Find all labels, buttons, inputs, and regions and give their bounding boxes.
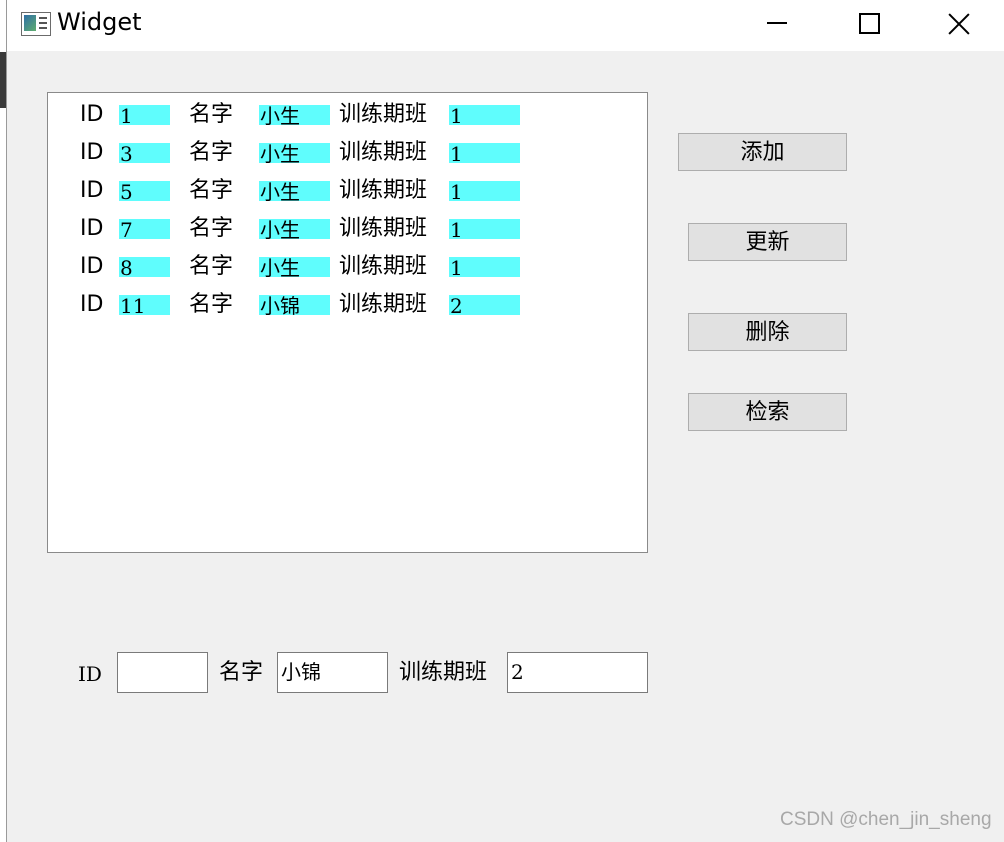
list-item[interactable]: ID 11 名字 小锦 训练期班 2 xyxy=(48,292,647,330)
id-value: 11 xyxy=(119,295,170,317)
class-value: 1 xyxy=(449,105,520,127)
list-item[interactable]: ID 8 名字 小生 训练期班 1 xyxy=(48,254,647,292)
maximize-icon[interactable] xyxy=(822,0,914,46)
title-bar[interactable]: Widget xyxy=(7,0,1004,51)
name-label: 名字 xyxy=(189,216,234,241)
name-value: 小生 xyxy=(259,105,330,127)
class-field-label: 训练期班 xyxy=(399,660,488,685)
id-label: ID xyxy=(80,216,104,241)
class-value: 1 xyxy=(449,219,520,241)
id-field[interactable] xyxy=(117,652,208,693)
id-label: ID xyxy=(80,254,104,279)
list-item[interactable]: ID 5 名字 小生 训练期班 1 xyxy=(48,178,647,216)
name-label: 名字 xyxy=(189,178,234,203)
id-label: ID xyxy=(80,292,104,317)
add-button[interactable]: 添加 xyxy=(678,133,847,171)
class-label: 训练期班 xyxy=(339,140,428,165)
class-field[interactable]: 2 xyxy=(507,652,648,693)
id-label: ID xyxy=(80,140,104,165)
watermark: CSDN @chen_jin_sheng xyxy=(780,809,992,830)
id-value: 7 xyxy=(119,219,170,241)
class-label: 训练期班 xyxy=(339,292,428,317)
delete-button[interactable]: 删除 xyxy=(688,313,847,351)
name-field[interactable]: 小锦 xyxy=(277,652,388,693)
list-item[interactable]: ID 1 名字 小生 训练期班 1 xyxy=(48,102,647,140)
class-label: 训练期班 xyxy=(339,254,428,279)
search-button[interactable]: 检索 xyxy=(688,393,847,431)
class-label: 训练期班 xyxy=(339,178,428,203)
id-value: 3 xyxy=(119,143,170,165)
list-item[interactable]: ID 7 名字 小生 训练期班 1 xyxy=(48,216,647,254)
id-value: 5 xyxy=(119,181,170,203)
class-label: 训练期班 xyxy=(339,102,428,127)
name-label: 名字 xyxy=(189,292,234,317)
name-label: 名字 xyxy=(189,140,234,165)
id-label: ID xyxy=(80,178,104,203)
class-value: 2 xyxy=(449,295,520,317)
name-field-label: 名字 xyxy=(219,660,264,685)
id-field-label: ID xyxy=(78,662,102,686)
close-icon[interactable] xyxy=(914,0,1004,46)
name-label: 名字 xyxy=(189,102,234,127)
update-button[interactable]: 更新 xyxy=(688,223,847,261)
window-title: Widget xyxy=(57,8,142,36)
name-value: 小生 xyxy=(259,181,330,203)
id-value: 1 xyxy=(119,105,170,127)
name-label: 名字 xyxy=(189,254,234,279)
record-list-panel[interactable]: ID 1 名字 小生 训练期班 1 ID 3 名字 小生 训练期班 1 ID 5… xyxy=(47,92,648,553)
class-value: 1 xyxy=(449,181,520,203)
name-value: 小生 xyxy=(259,257,330,279)
left-window-edge xyxy=(0,0,7,842)
list-item[interactable]: ID 3 名字 小生 训练期班 1 xyxy=(48,140,647,178)
window-border xyxy=(6,0,7,842)
class-value: 1 xyxy=(449,143,520,165)
minimize-icon[interactable] xyxy=(730,0,822,46)
name-value: 小生 xyxy=(259,219,330,241)
name-value: 小锦 xyxy=(259,295,330,317)
class-value: 1 xyxy=(449,257,520,279)
id-value: 8 xyxy=(119,257,170,279)
name-value: 小生 xyxy=(259,143,330,165)
id-label: ID xyxy=(80,102,104,127)
class-label: 训练期班 xyxy=(339,216,428,241)
app-window-icon xyxy=(21,12,51,36)
